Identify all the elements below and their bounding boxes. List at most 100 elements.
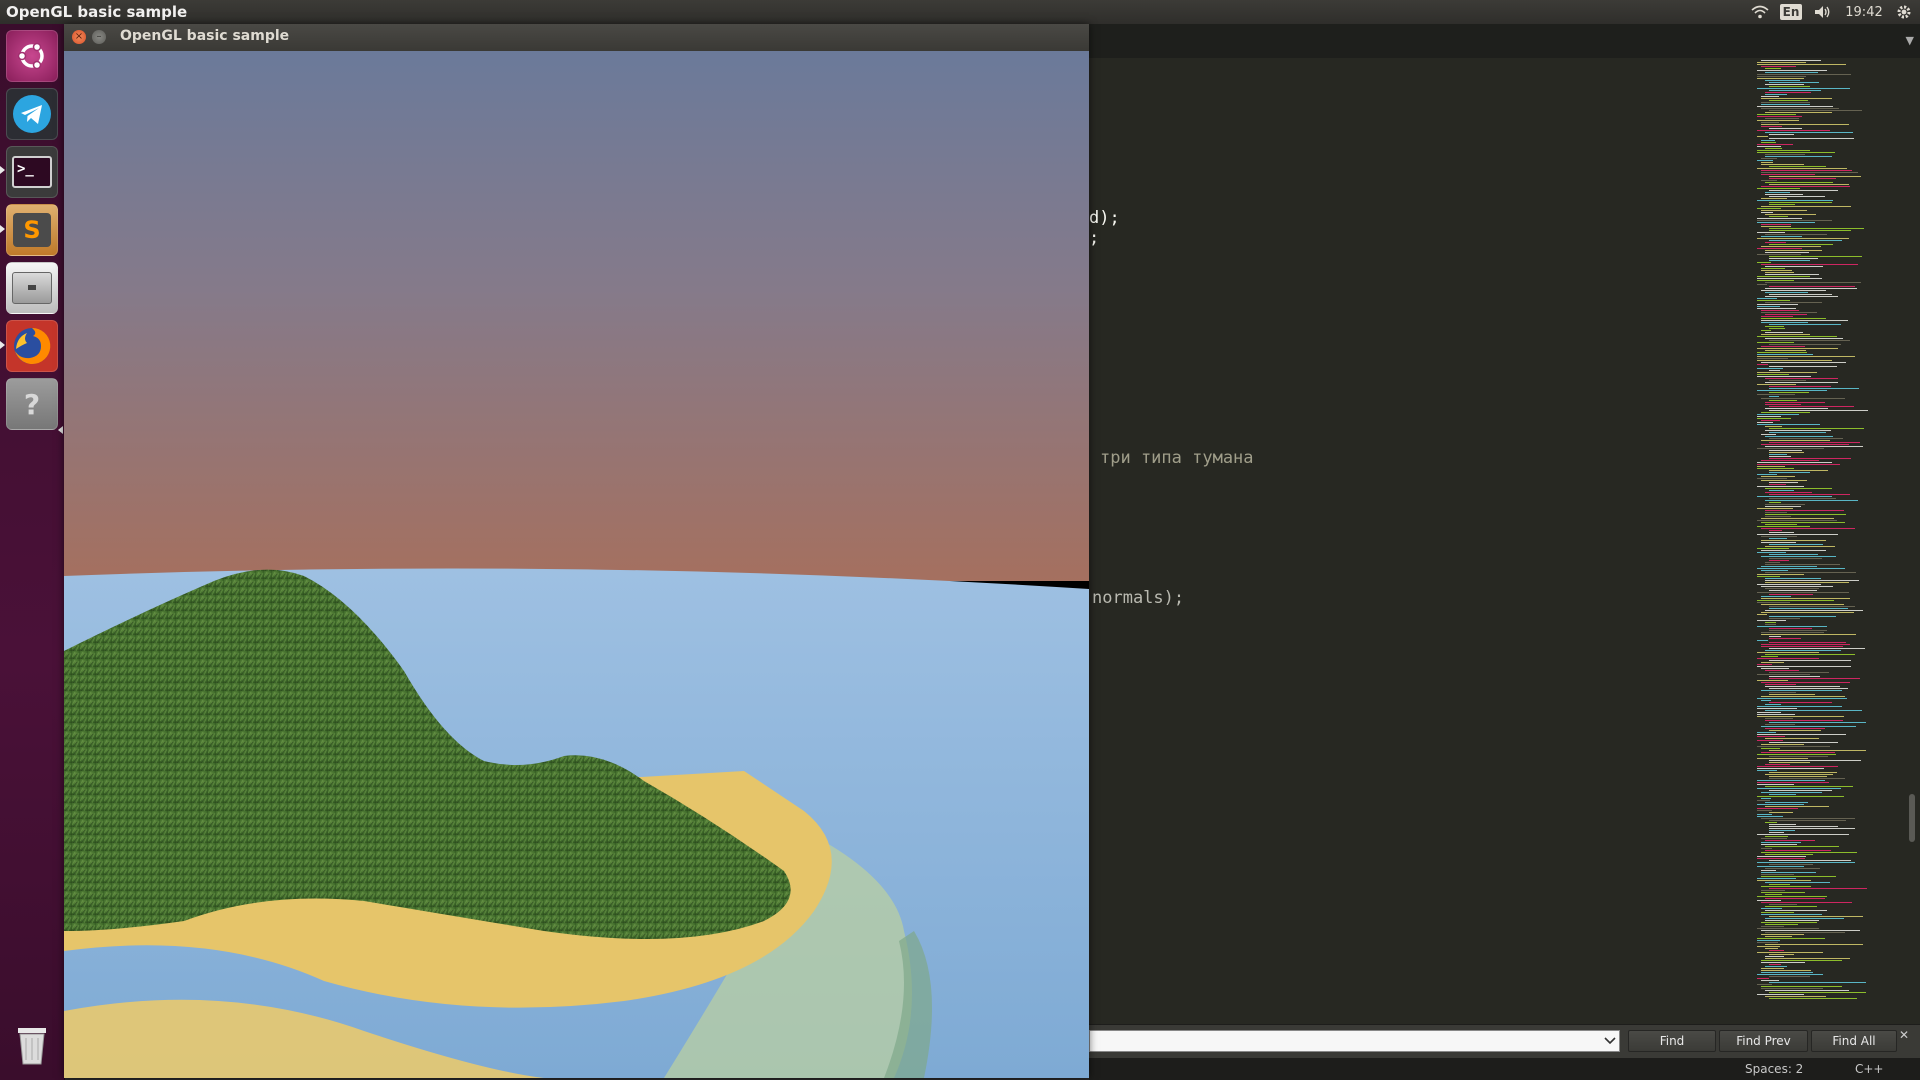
minimap[interactable] (1757, 60, 1907, 1010)
sublime-text-icon[interactable]: S (6, 204, 58, 256)
wifi-icon[interactable] (1747, 0, 1773, 24)
minimap-line (1757, 152, 1835, 153)
minimap-line (1761, 236, 1802, 237)
minimap-line (1765, 854, 1813, 855)
terminal-icon[interactable]: >_ (6, 146, 58, 198)
minimap-line (1765, 956, 1784, 957)
find-input[interactable] (1089, 1030, 1620, 1052)
minimap-line (1769, 672, 1829, 673)
minimap-line (1761, 108, 1839, 109)
minimap-line (1761, 268, 1785, 269)
minimap-line (1769, 82, 1819, 83)
minimap-line (1757, 974, 1823, 975)
minimap-line (1757, 304, 1798, 305)
minimap-line (1769, 772, 1837, 773)
keyboard-layout-indicator[interactable]: En (1779, 0, 1803, 24)
minimap-line (1769, 530, 1782, 531)
find-all-button[interactable]: Find All (1811, 1030, 1897, 1052)
minimap-line (1761, 362, 1846, 363)
minimap-line (1757, 576, 1780, 577)
minimap-line (1757, 568, 1845, 569)
firefox-icon[interactable] (6, 320, 58, 372)
minimap-line (1769, 204, 1795, 205)
minimap-line (1761, 656, 1778, 657)
minimap-line (1757, 448, 1824, 449)
minimap-line (1761, 980, 1779, 981)
minimap-line (1761, 596, 1791, 597)
minimap-line (1765, 68, 1781, 69)
minimap-line (1769, 676, 1820, 677)
minimap-line (1757, 600, 1834, 601)
find-prev-button[interactable]: Find Prev (1719, 1030, 1808, 1052)
files-icon[interactable] (6, 262, 58, 314)
minimap-line (1757, 254, 1801, 255)
minimap-line (1765, 402, 1825, 403)
trash-icon[interactable] (6, 1018, 58, 1070)
minimap-line (1761, 522, 1845, 523)
minimap-line (1761, 206, 1851, 207)
tab-list-dropdown-icon[interactable]: ▼ (1906, 34, 1914, 47)
minimap-line (1761, 700, 1771, 701)
minimap-line (1761, 412, 1810, 413)
minimap-line (1761, 842, 1801, 843)
minimap-line (1761, 66, 1796, 67)
minimap-line (1757, 466, 1785, 467)
minimap-line (1757, 680, 1788, 681)
minimap-line (1769, 982, 1866, 983)
minimap-line (1765, 214, 1816, 215)
minimap-line (1757, 780, 1825, 781)
close-window-icon[interactable]: × (72, 30, 86, 44)
minimap-line (1761, 420, 1780, 421)
minimap-line (1765, 84, 1804, 85)
minimap-line (1757, 592, 1849, 593)
minimap-line (1757, 946, 1780, 947)
syntax-setting[interactable]: C++ (1855, 1062, 1884, 1076)
minimap-line (1757, 276, 1810, 277)
clock[interactable]: 19:42 (1842, 0, 1886, 24)
minimap-line (1769, 648, 1865, 649)
minimap-line (1757, 666, 1851, 667)
telegram-icon[interactable] (6, 88, 58, 140)
minimap-line (1765, 710, 1862, 711)
minimap-line (1761, 126, 1782, 127)
minimap-line (1757, 222, 1815, 223)
close-find-panel-icon[interactable]: ✕ (1899, 1028, 1909, 1042)
find-history-chevron-down-icon[interactable] (1599, 1030, 1621, 1052)
minimap-line (1769, 386, 1831, 387)
system-settings-gear-icon[interactable] (1892, 0, 1916, 24)
minimap-line (1757, 978, 1769, 979)
window-titlebar[interactable]: × – OpenGL basic sample (64, 24, 1089, 51)
help-icon[interactable]: ? (6, 378, 58, 430)
minimap-line (1757, 640, 1768, 641)
minimap-line (1757, 120, 1799, 121)
minimize-window-icon[interactable]: – (92, 30, 106, 44)
minimap-line (1761, 460, 1819, 461)
vertical-scrollbar[interactable] (1909, 794, 1915, 842)
minimap-line (1769, 860, 1851, 861)
indentation-setting[interactable]: Spaces: 2 (1745, 1062, 1803, 1076)
minimap-line (1757, 238, 1849, 239)
minimap-line (1761, 96, 1779, 97)
minimap-line (1761, 290, 1826, 291)
volume-icon[interactable] (1810, 0, 1836, 24)
minimap-line (1757, 188, 1800, 189)
minimap-line (1769, 228, 1864, 229)
ubuntu-dash-icon[interactable] (6, 30, 58, 82)
minimap-line (1769, 396, 1779, 397)
opengl-render-viewport[interactable] (64, 51, 1089, 1078)
minimap-line (1769, 392, 1809, 393)
minimap-line (1769, 992, 1866, 993)
minimap-line (1757, 938, 1825, 939)
minimap-line (1761, 682, 1850, 683)
minimap-line (1761, 246, 1821, 247)
minimap-line (1757, 146, 1781, 147)
minimap-line (1757, 878, 1796, 879)
opengl-window[interactable]: × – OpenGL basic sample (64, 24, 1089, 1078)
minimap-line (1757, 308, 1796, 309)
find-button[interactable]: Find (1628, 1030, 1716, 1052)
minimap-line (1769, 230, 1851, 231)
minimap-line (1757, 800, 1770, 801)
minimap-line (1765, 514, 1846, 515)
code-area[interactable]: d); ; три типа тумана normals); (1089, 58, 1749, 1044)
minimap-line (1761, 162, 1773, 163)
